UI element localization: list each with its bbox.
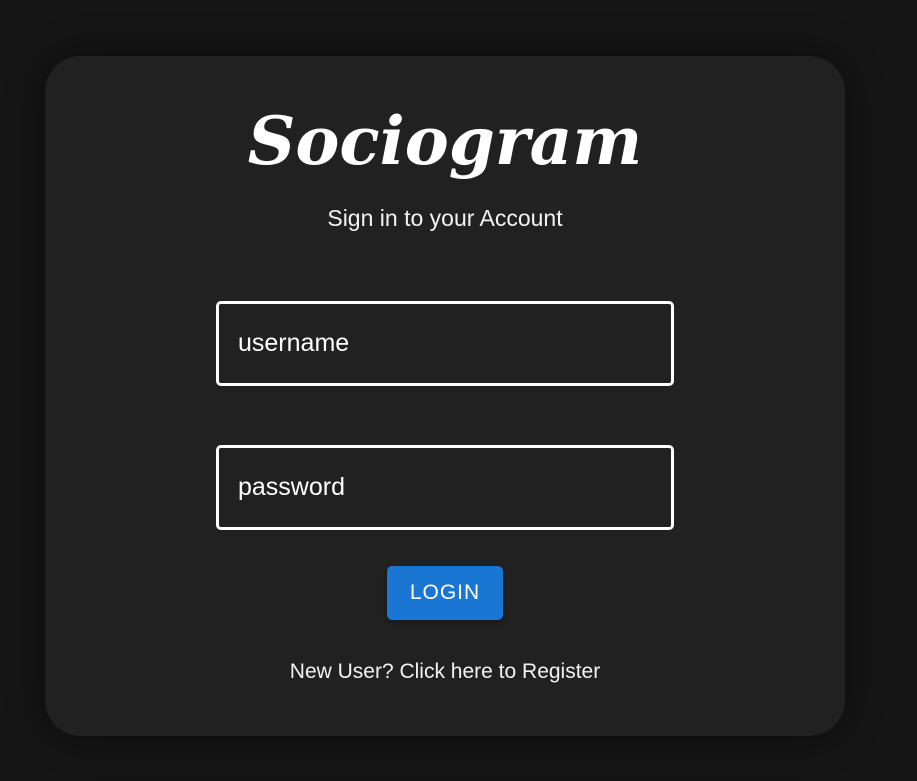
app-logo: Sociogram — [247, 102, 643, 180]
password-field[interactable] — [216, 445, 674, 530]
username-input[interactable] — [219, 304, 671, 383]
username-field[interactable] — [216, 301, 674, 386]
page-subtitle: Sign in to your Account — [327, 205, 563, 231]
password-input[interactable] — [219, 448, 671, 527]
login-card: Sociogram Sign in to your Account LOGIN … — [45, 56, 845, 736]
register-link[interactable]: New User? Click here to Register — [290, 660, 600, 683]
register-prompt: New User? Click here to Register — [45, 659, 845, 685]
login-button[interactable]: LOGIN — [387, 566, 503, 620]
